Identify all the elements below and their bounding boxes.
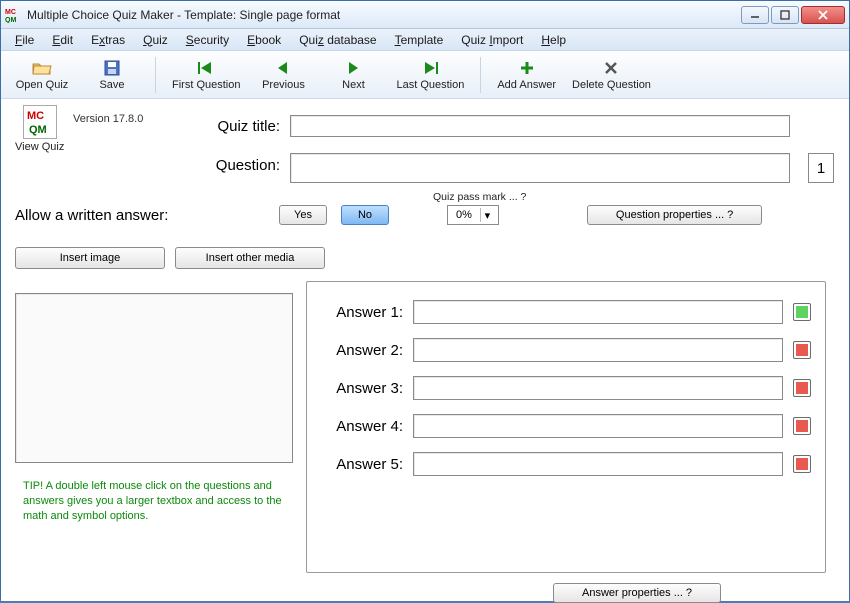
answer-2-correct-chip[interactable] xyxy=(793,341,811,359)
answer-1-input[interactable] xyxy=(413,300,783,324)
delete-question-button[interactable]: Delete Question xyxy=(564,53,659,97)
answer-4-correct-chip[interactable] xyxy=(793,417,811,435)
pass-mark-value: 0% xyxy=(456,209,472,221)
view-quiz-label: View Quiz xyxy=(15,141,64,153)
menu-quiz-import[interactable]: Quiz Import xyxy=(453,31,531,49)
view-quiz-block[interactable]: MCQM Version 17.8.0 View Quiz xyxy=(15,105,64,153)
add-answer-label: Add Answer xyxy=(497,79,556,91)
previous-icon xyxy=(275,59,291,77)
folder-open-icon xyxy=(32,59,52,77)
first-icon xyxy=(197,59,215,77)
allow-written-label: Allow a written answer: xyxy=(15,207,265,224)
answer-1-correct-chip[interactable] xyxy=(793,303,811,321)
answer-1-label: Answer 1: xyxy=(321,304,403,321)
answer-2-input[interactable] xyxy=(413,338,783,362)
last-icon xyxy=(421,59,439,77)
answer-5-label: Answer 5: xyxy=(321,456,403,473)
answer-3-input[interactable] xyxy=(413,376,783,400)
answer-properties-button[interactable]: Answer properties ... ? xyxy=(553,583,721,603)
delete-question-label: Delete Question xyxy=(572,79,651,91)
next-label: Next xyxy=(342,79,365,91)
answer-3-correct-chip[interactable] xyxy=(793,379,811,397)
answer-4-input[interactable] xyxy=(413,414,783,438)
version-label: Version 17.8.0 xyxy=(73,113,143,125)
svg-text:QM: QM xyxy=(29,124,47,136)
pass-mark-label: Quiz pass mark ... ? xyxy=(433,191,526,203)
previous-label: Previous xyxy=(262,79,305,91)
no-button[interactable]: No xyxy=(341,205,389,225)
question-label: Question: xyxy=(185,153,280,174)
svg-text:MC: MC xyxy=(5,9,16,16)
save-button[interactable]: Save xyxy=(77,53,147,97)
answer-5-input[interactable] xyxy=(413,452,783,476)
svg-text:QM: QM xyxy=(5,17,16,23)
open-quiz-button[interactable]: Open Quiz xyxy=(7,53,77,97)
next-icon xyxy=(345,59,361,77)
content-area: MC QM Version 17.8.0 View Quiz Quiz title… xyxy=(1,99,849,601)
app-logo-icon: MC QM xyxy=(23,105,57,139)
menubar: File Edit Extras Quiz Security Ebook Qui… xyxy=(1,29,849,51)
chevron-down-icon: ▾ xyxy=(480,208,494,222)
yes-button[interactable]: Yes xyxy=(279,205,327,225)
pass-mark-select[interactable]: 0% ▾ xyxy=(447,205,499,225)
window-controls xyxy=(741,6,845,24)
first-question-label: First Question xyxy=(172,79,240,91)
question-input[interactable] xyxy=(290,153,790,183)
svg-text:MC: MC xyxy=(27,110,44,122)
menu-ebook[interactable]: Ebook xyxy=(239,31,289,49)
answer-4-label: Answer 4: xyxy=(321,418,403,435)
save-label: Save xyxy=(99,79,124,91)
add-answer-button[interactable]: Add Answer xyxy=(489,53,564,97)
app-icon: MCQM xyxy=(5,7,21,23)
app-window: MCQM Multiple Choice Quiz Maker - Templa… xyxy=(0,0,850,600)
question-properties-button[interactable]: Question properties ... ? xyxy=(587,205,762,225)
first-question-button[interactable]: First Question xyxy=(164,53,248,97)
save-icon xyxy=(104,59,120,77)
menu-template[interactable]: Template xyxy=(387,31,452,49)
quiz-title-label: Quiz title: xyxy=(185,118,280,135)
menu-edit[interactable]: Edit xyxy=(44,31,81,49)
last-question-label: Last Question xyxy=(396,79,464,91)
insert-other-media-button[interactable]: Insert other media xyxy=(175,247,325,269)
tip-text: TIP! A double left mouse click on the qu… xyxy=(23,479,291,524)
menu-extras[interactable]: Extras xyxy=(83,31,133,49)
plus-icon xyxy=(520,59,534,77)
menu-quiz-database[interactable]: Quiz database xyxy=(291,31,384,49)
menu-help[interactable]: Help xyxy=(533,31,574,49)
toolbar-separator xyxy=(480,57,481,93)
menu-file[interactable]: File xyxy=(7,31,42,49)
toolbar-separator xyxy=(155,57,156,93)
delete-icon xyxy=(604,59,618,77)
answer-3-label: Answer 3: xyxy=(321,380,403,397)
media-preview xyxy=(15,293,293,463)
maximize-button[interactable] xyxy=(771,6,799,24)
titlebar: MCQM Multiple Choice Quiz Maker - Templa… xyxy=(1,1,849,29)
answer-5-correct-chip[interactable] xyxy=(793,455,811,473)
window-title: Multiple Choice Quiz Maker - Template: S… xyxy=(27,8,741,22)
close-button[interactable] xyxy=(801,6,845,24)
question-number: 1 xyxy=(808,153,834,183)
quiz-title-input[interactable] xyxy=(290,115,790,137)
insert-image-button[interactable]: Insert image xyxy=(15,247,165,269)
answers-panel: Answer 1: Answer 2: Answer 3: Answer 4: xyxy=(306,281,826,573)
next-button[interactable]: Next xyxy=(318,53,388,97)
previous-button[interactable]: Previous xyxy=(248,53,318,97)
menu-security[interactable]: Security xyxy=(178,31,237,49)
toolbar: Open Quiz Save First Question Previous xyxy=(1,51,849,99)
menu-quiz[interactable]: Quiz xyxy=(135,31,176,49)
open-quiz-label: Open Quiz xyxy=(16,79,69,91)
answer-2-label: Answer 2: xyxy=(321,342,403,359)
minimize-button[interactable] xyxy=(741,6,769,24)
last-question-button[interactable]: Last Question xyxy=(388,53,472,97)
